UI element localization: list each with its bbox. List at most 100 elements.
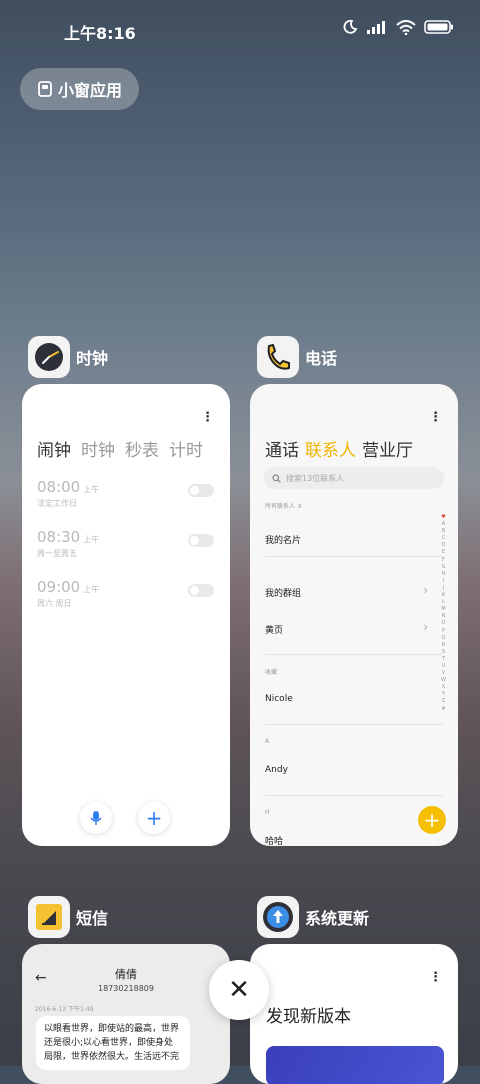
divider [265,556,443,557]
alphabet-index-letter[interactable]: L [442,599,445,606]
favorites-header: 收藏 [265,669,278,676]
search-icon [272,473,281,483]
contact-filter-dropdown[interactable]: 所有联系人 ⇕ [265,501,302,510]
conversation-header: 倩倩 18730218809 [22,966,230,993]
alphabet-index-letter[interactable]: Y [442,691,445,698]
sms-app-header[interactable]: 短信 [28,896,108,938]
floating-window-button[interactable]: 小窗应用 [20,68,139,110]
contact-row[interactable]: 哈哈 [265,834,283,846]
message-bubble[interactable]: 以眼看世界，即使站的最高，世界还是很小;以心看世界，即使身处局限，世界依然很大。… [36,1016,190,1070]
plus-icon: + [423,808,441,832]
clock-tabs: 闹钟 时钟 秒表 计时 [37,436,203,461]
alphabet-index-letter[interactable]: J [443,585,444,592]
sms-app-name: 短信 [76,909,109,928]
alphabet-index-letter[interactable]: G [442,564,446,571]
search-placeholder: 搜索13位联系人 [286,473,345,483]
tab-timer[interactable]: 计时 [169,436,203,461]
chevron-right-icon: › [423,583,428,597]
divider [265,654,443,655]
more-options-icon[interactable]: ⋮ [201,410,214,425]
contact-row[interactable]: Nicole [265,694,293,704]
microphone-icon [90,811,102,825]
phone-app-card[interactable]: ⋮ 通话 联系人 营业厅 搜索13位联系人 所有联系人 ⇕ 我的名片 我的群组 … [250,384,458,846]
section-header-h: H [265,809,270,816]
alphabet-index-letter[interactable]: K [442,592,445,599]
sms-app-card[interactable]: ← 倩倩 18730218809 2016-6-13 下午1:49 以眼看世界，… [22,944,230,1084]
alphabet-index-letter[interactable]: N [442,613,446,620]
status-icons [342,19,454,35]
voice-alarm-button[interactable] [80,802,112,834]
alarm-repeat: 法定工作日 [37,499,77,508]
alphabet-index-letter[interactable]: # [441,706,445,713]
contact-search-input[interactable]: 搜索13位联系人 [264,467,444,489]
phone-app-header[interactable]: 电话 [257,336,337,378]
section-header-a: A [265,738,270,745]
alarm-time: 09:00 [37,578,81,596]
more-options-icon[interactable]: ⋮ [429,410,442,425]
alarm-repeat: 周一至周五 [37,549,77,558]
add-contact-button[interactable]: + [418,806,446,834]
alphabet-index[interactable]: ♥ A B C D E F G H I J K L M N O P Q R S T U V W X Y Z # [439,514,448,713]
alphabet-index-letter[interactable]: O [442,620,446,627]
alphabet-index-letter[interactable]: B [442,528,445,535]
chevron-updown-icon: ⇕ [296,503,302,510]
wifi-icon [396,19,416,35]
clock-app-icon [28,336,70,378]
alphabet-index-letter[interactable]: C [442,535,446,542]
alphabet-index-letter[interactable]: I [443,578,444,585]
add-alarm-button[interactable]: + [138,802,170,834]
yellow-pages-row[interactable]: 黄页 [265,623,283,636]
update-app-card[interactable]: ⋮ 发现新版本 [250,944,458,1084]
alarm-toggle[interactable] [188,484,214,497]
divider [265,724,443,725]
alphabet-index-letter[interactable]: Q [442,635,446,642]
alphabet-index-letter[interactable]: V [442,670,445,677]
tab-stopwatch[interactable]: 秒表 [125,436,159,461]
clear-all-button[interactable]: ✕ [209,960,269,1020]
tab-clock[interactable]: 时钟 [81,436,115,461]
clock-app-header[interactable]: 时钟 [28,336,108,378]
alphabet-index-letter[interactable]: W [441,677,446,684]
floating-window-icon [38,81,52,97]
alphabet-index-letter[interactable]: Z [442,698,445,705]
alphabet-index-letter[interactable]: M [441,606,445,613]
alphabet-index-letter[interactable]: U [442,663,446,670]
status-time: 上午8:16 [64,24,136,43]
phone-app-icon [257,336,299,378]
alarm-toggle[interactable] [188,534,214,547]
update-title: 发现新版本 [266,1007,351,1027]
tab-service-hall[interactable]: 营业厅 [362,436,413,461]
alphabet-index-letter[interactable]: H [442,571,446,578]
alphabet-index-letter[interactable]: S [442,649,445,656]
contact-row[interactable]: Andy [265,765,288,775]
battery-icon [424,20,453,34]
alphabet-index-letter[interactable]: A [442,521,445,528]
alphabet-index-letter[interactable]: X [442,684,445,691]
alphabet-index-letter[interactable]: R [442,642,445,649]
tab-alarm[interactable]: 闹钟 [37,436,71,461]
update-app-name: 系统更新 [305,909,370,928]
update-app-header[interactable]: 系统更新 [257,896,369,938]
more-options-icon[interactable]: ⋮ [429,970,442,985]
alarm-toggle[interactable] [188,584,214,597]
alphabet-index-letter[interactable]: E [442,549,445,556]
close-icon: ✕ [228,975,250,1005]
sms-app-icon [28,896,70,938]
my-groups-row[interactable]: 我的群组 [265,586,301,599]
clock-app-card[interactable]: ⋮ 闹钟 时钟 秒表 计时 08:00 上午 法定工作日 08:30 上午 周一至周… [22,384,230,846]
alphabet-index-letter[interactable]: F [442,557,445,564]
phone-tabs: 通话 联系人 营业厅 [265,436,413,461]
alphabet-index-letter[interactable]: P [442,628,445,635]
favorites-index-icon[interactable]: ♥ [441,514,445,521]
status-bar: 上午8:16 [0,0,480,60]
alphabet-index-letter[interactable]: D [442,542,446,549]
my-card-row[interactable]: 我的名片 [265,533,301,546]
floating-window-label: 小窗应用 [58,81,123,100]
alarm-time: 08:30 [37,528,81,546]
chevron-right-icon: › [423,620,428,634]
tab-calls[interactable]: 通话 [265,436,299,461]
alphabet-index-letter[interactable]: T [442,656,445,663]
tab-contacts[interactable]: 联系人 [305,436,356,461]
alarm-ampm: 上午 [83,585,100,594]
alarm-time: 08:00 [37,478,81,496]
